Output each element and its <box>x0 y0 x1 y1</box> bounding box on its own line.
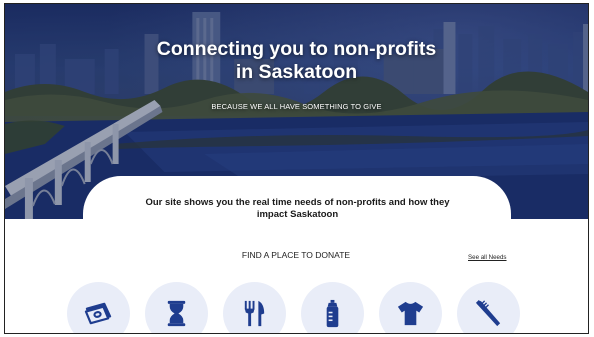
category-clothing[interactable] <box>379 282 442 333</box>
hero-title-line2: in Saskatoon <box>235 61 358 83</box>
toothbrush-icon <box>475 299 501 327</box>
money-icon <box>84 302 112 325</box>
category-list <box>67 282 537 333</box>
category-hygiene[interactable] <box>457 282 520 333</box>
intro-line1: Our site shows you the real time needs o… <box>145 197 450 208</box>
intro-text: Our site shows you the real time needs o… <box>105 197 490 221</box>
fork-knife-icon <box>244 300 265 327</box>
donate-heading: FIND A PLACE TO DONATE <box>241 250 351 260</box>
intro-line2: impact Saskatoon <box>256 209 339 220</box>
category-food[interactable] <box>223 282 286 333</box>
category-money[interactable] <box>67 282 130 333</box>
hero-title: Connecting you to non-profits in Saskato… <box>5 38 588 84</box>
hourglass-icon <box>167 300 186 327</box>
category-time[interactable] <box>145 282 208 333</box>
tshirt-icon <box>397 301 424 326</box>
page-frame: Connecting you to non-profits in Saskato… <box>4 3 589 334</box>
baby-bottle-icon <box>326 299 339 328</box>
hero-subtitle: BECAUSE WE ALL HAVE SOMETHING TO GIVE <box>211 102 382 111</box>
see-all-needs-link[interactable]: See all Needs <box>468 254 507 261</box>
hero-title-line1: Connecting you to non-profits <box>156 38 437 60</box>
category-baby[interactable] <box>301 282 364 333</box>
